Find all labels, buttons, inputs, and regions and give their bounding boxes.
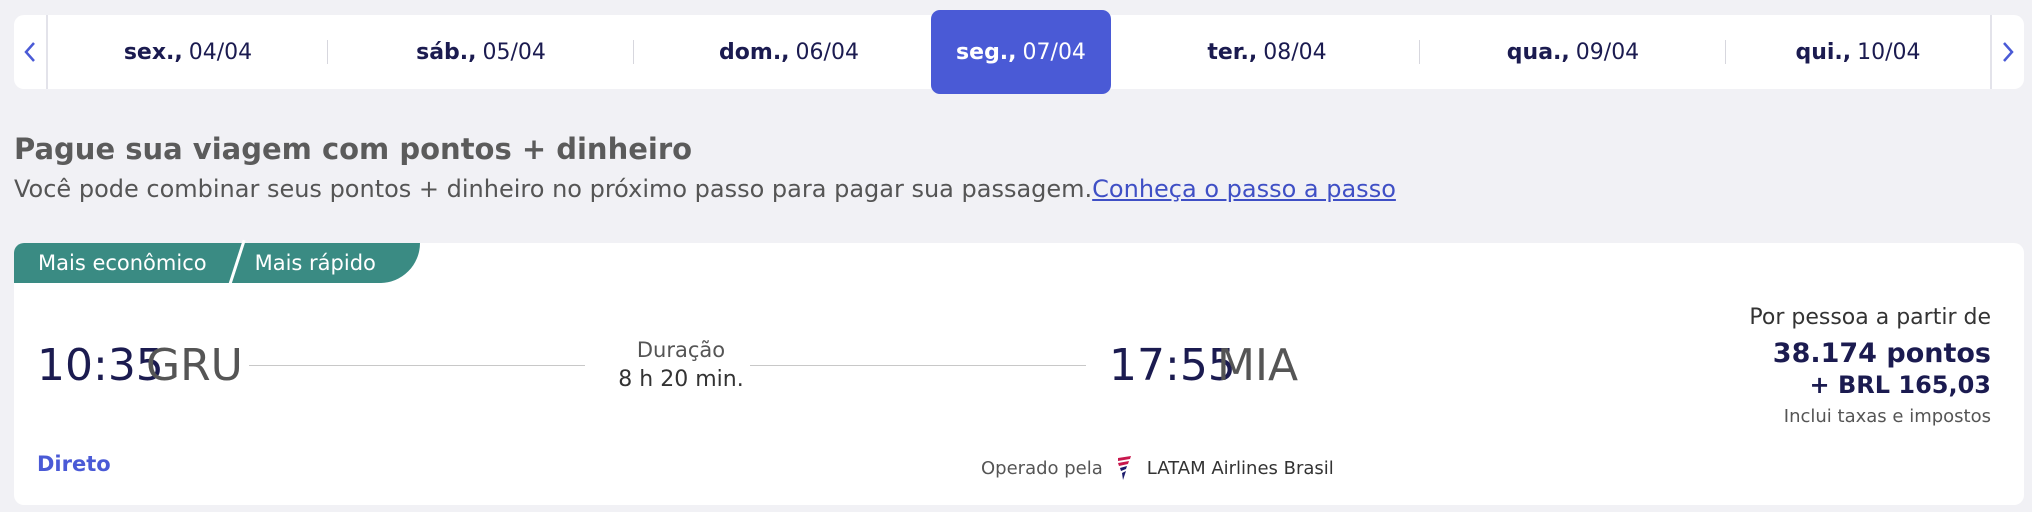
route-line-right bbox=[750, 365, 1086, 366]
section-subtitle: Você pode combinar seus pontos + dinheir… bbox=[14, 175, 1396, 203]
date-option-07-04-selected[interactable]: seg., 07/04 bbox=[931, 10, 1111, 94]
price-note: Inclui taxas e impostos bbox=[1783, 406, 1991, 427]
flight-badges: Mais econômico Mais rápido bbox=[14, 243, 420, 283]
step-by-step-link[interactable]: Conheça o passo a passo bbox=[1092, 175, 1396, 203]
operated-by: Operado pela LATAM Airlines Brasil bbox=[981, 455, 1334, 481]
latam-logo-icon bbox=[1117, 456, 1131, 480]
route-line-left bbox=[249, 365, 585, 366]
operated-by-label: Operado pela bbox=[981, 457, 1103, 479]
departure-airport: GRU bbox=[146, 340, 243, 391]
price-label: Por pessoa a partir de bbox=[1749, 305, 1991, 330]
date-option-06-04[interactable]: dom., 06/04 bbox=[634, 15, 944, 89]
price-points: 38.174 pontos bbox=[1772, 338, 1991, 369]
subtitle-text: Você pode combinar seus pontos + dinheir… bbox=[14, 175, 1093, 203]
date-selector: sex., 04/04 sáb., 05/04 dom., 06/04 seg., 07… bbox=[14, 10, 2024, 94]
price-money: + BRL 165,03 bbox=[1809, 371, 1992, 399]
date-option-09-04[interactable]: qua., 09/04 bbox=[1420, 15, 1726, 89]
chevron-right-icon bbox=[2003, 42, 2014, 62]
arrival-airport: MIA bbox=[1217, 340, 1299, 391]
section-title: Pague sua viagem com pontos + dinheiro bbox=[14, 132, 693, 166]
badge-fastest: Mais rápido bbox=[244, 243, 420, 283]
date-option-08-04[interactable]: ter., 08/04 bbox=[1114, 15, 1420, 89]
badge-divider bbox=[230, 243, 245, 283]
next-dates-button[interactable] bbox=[1990, 15, 2024, 89]
date-option-05-04[interactable]: sáb., 05/04 bbox=[328, 15, 634, 89]
chevron-left-icon bbox=[24, 42, 35, 62]
flight-card[interactable]: Mais econômico Mais rápido 10:35 GRU Dur… bbox=[14, 243, 2024, 505]
date-option-04-04[interactable]: sex., 04/04 bbox=[48, 15, 328, 89]
badge-cheapest: Mais econômico bbox=[14, 243, 231, 283]
departure-time: 10:35 bbox=[37, 340, 164, 391]
duration-value: 8 h 20 min. bbox=[618, 367, 744, 392]
date-option-10-04[interactable]: qui., 10/04 bbox=[1726, 15, 1990, 89]
airline-name: LATAM Airlines Brasil bbox=[1146, 457, 1334, 479]
stops-direct-link[interactable]: Direto bbox=[37, 452, 111, 476]
previous-dates-button[interactable] bbox=[14, 15, 48, 89]
duration-label: Duração bbox=[636, 338, 726, 362]
